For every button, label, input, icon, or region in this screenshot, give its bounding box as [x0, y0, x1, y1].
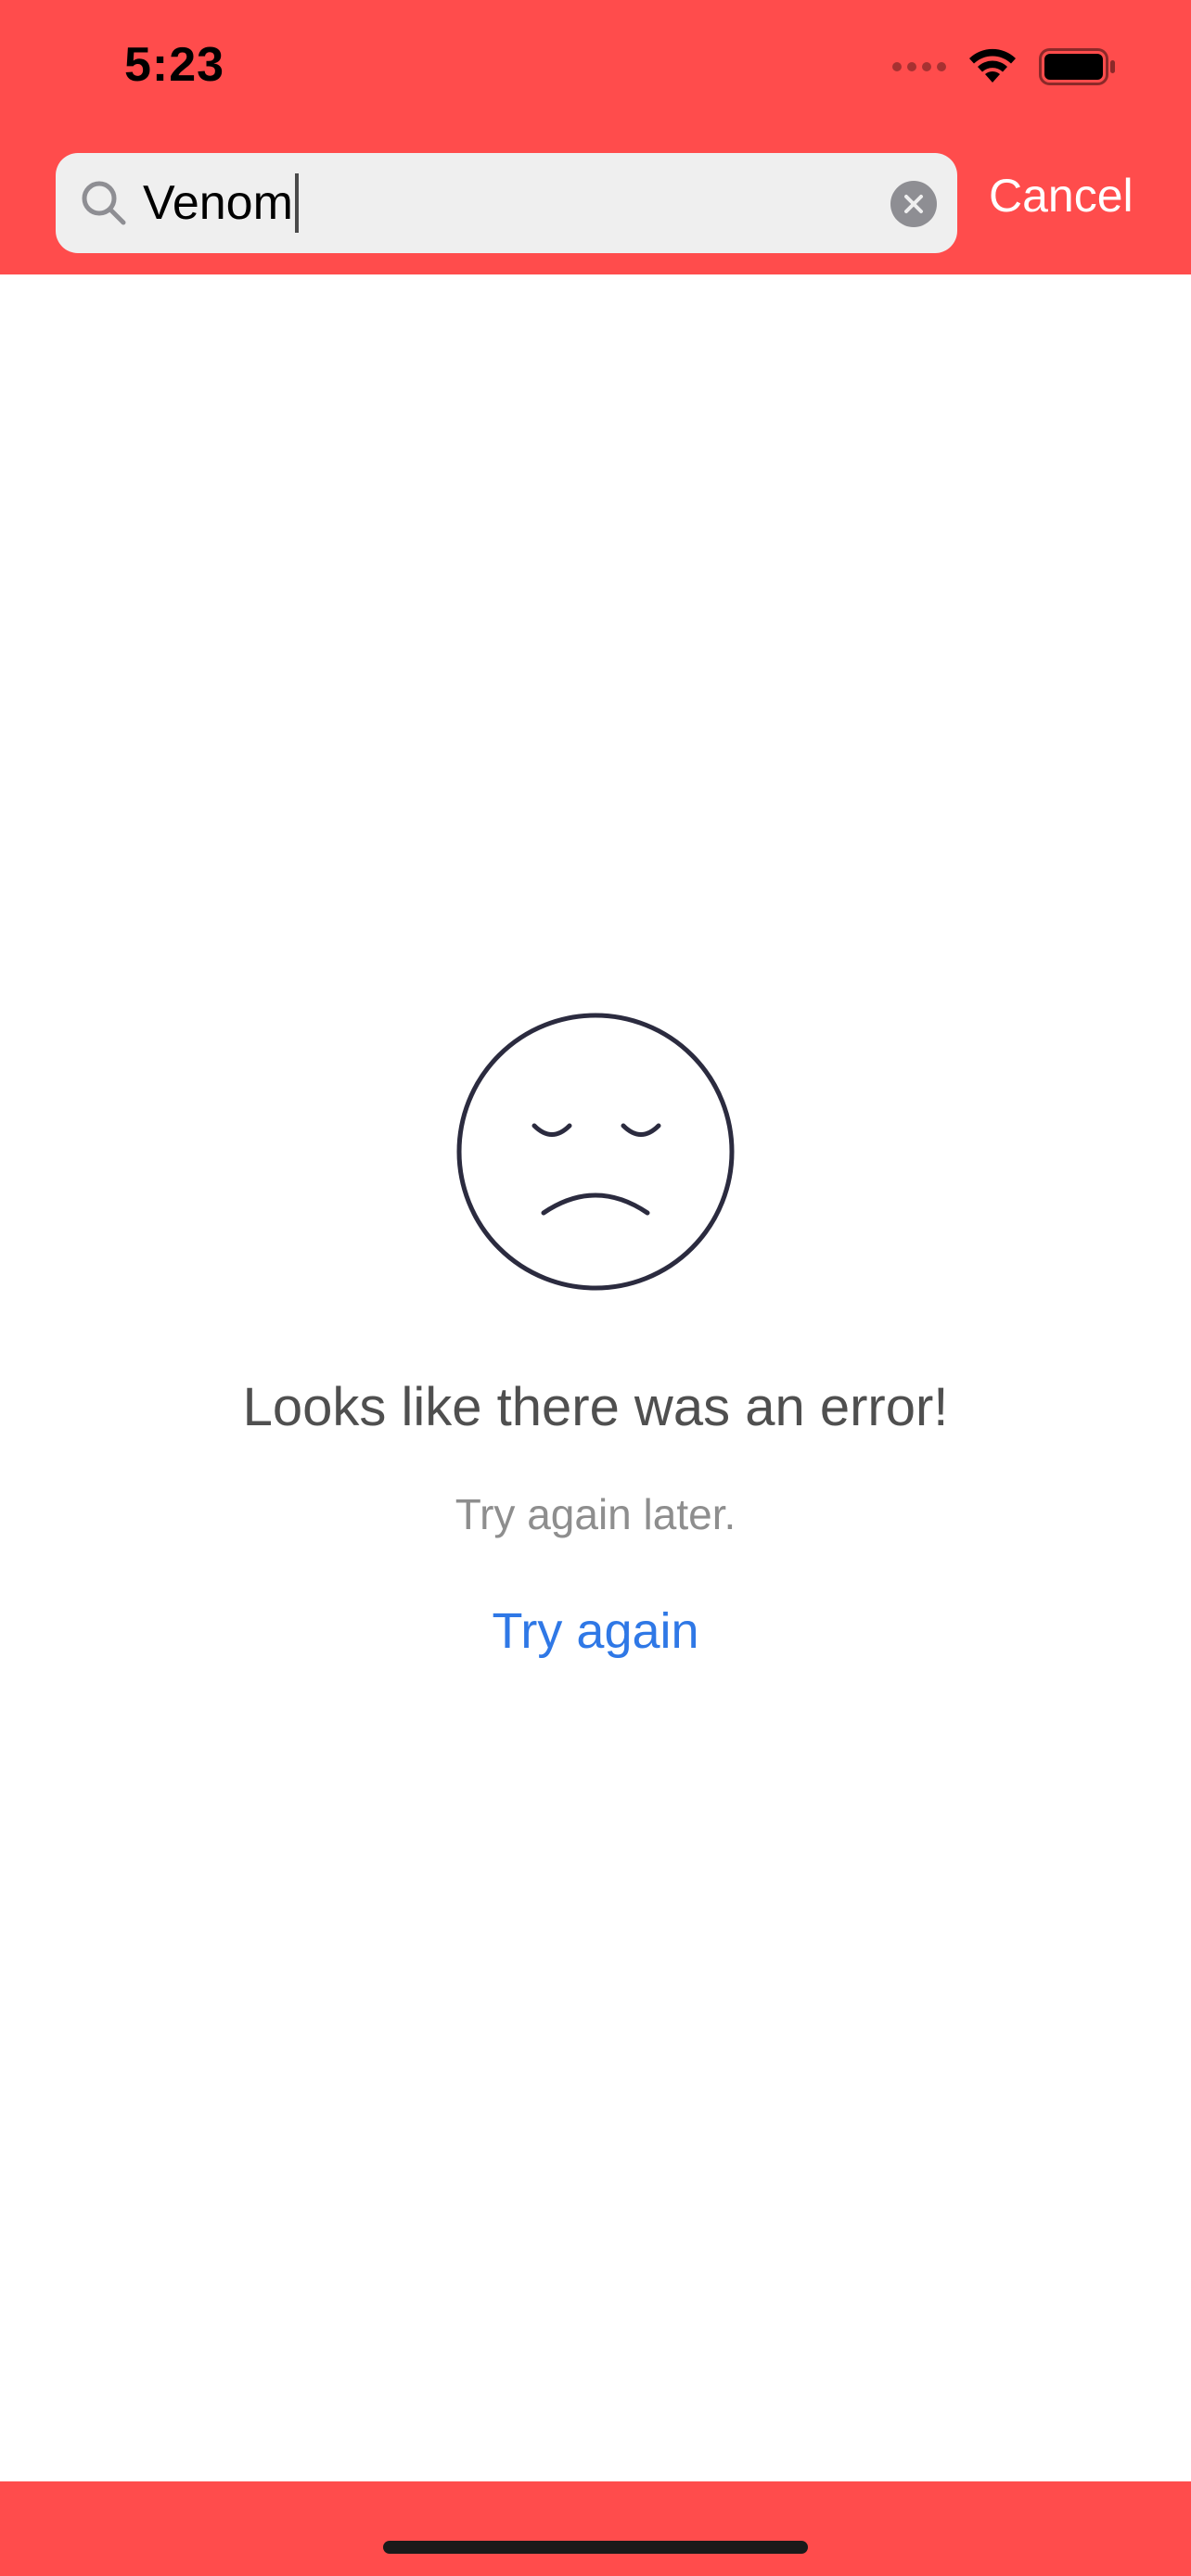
close-icon: [904, 195, 923, 213]
search-input-value: Venom: [143, 176, 293, 230]
clear-circle-icon[interactable]: [890, 181, 937, 227]
search-icon: [82, 181, 126, 225]
search-bar[interactable]: Venom: [56, 153, 957, 253]
try-again-button[interactable]: Try again: [0, 1602, 1191, 1660]
error-title: Looks like there was an error!: [242, 1377, 949, 1437]
battery-icon: [1039, 48, 1115, 85]
signal-dots-icon: [892, 62, 946, 71]
sad-face-icon: [456, 1013, 735, 1291]
cancel-button[interactable]: Cancel: [989, 169, 1133, 223]
text-caret: [294, 173, 299, 233]
status-time: 5:23: [124, 38, 225, 92]
error-subtitle: Try again later.: [455, 1490, 736, 1538]
wifi-icon: [969, 48, 1016, 83]
home-indicator[interactable]: [383, 2541, 808, 2554]
status-icons: [892, 45, 1117, 89]
top-bar: 5:23 Venom Cancel: [0, 0, 1191, 274]
search-input[interactable]: Venom: [143, 153, 299, 253]
bottom-bar: [0, 2481, 1191, 2576]
